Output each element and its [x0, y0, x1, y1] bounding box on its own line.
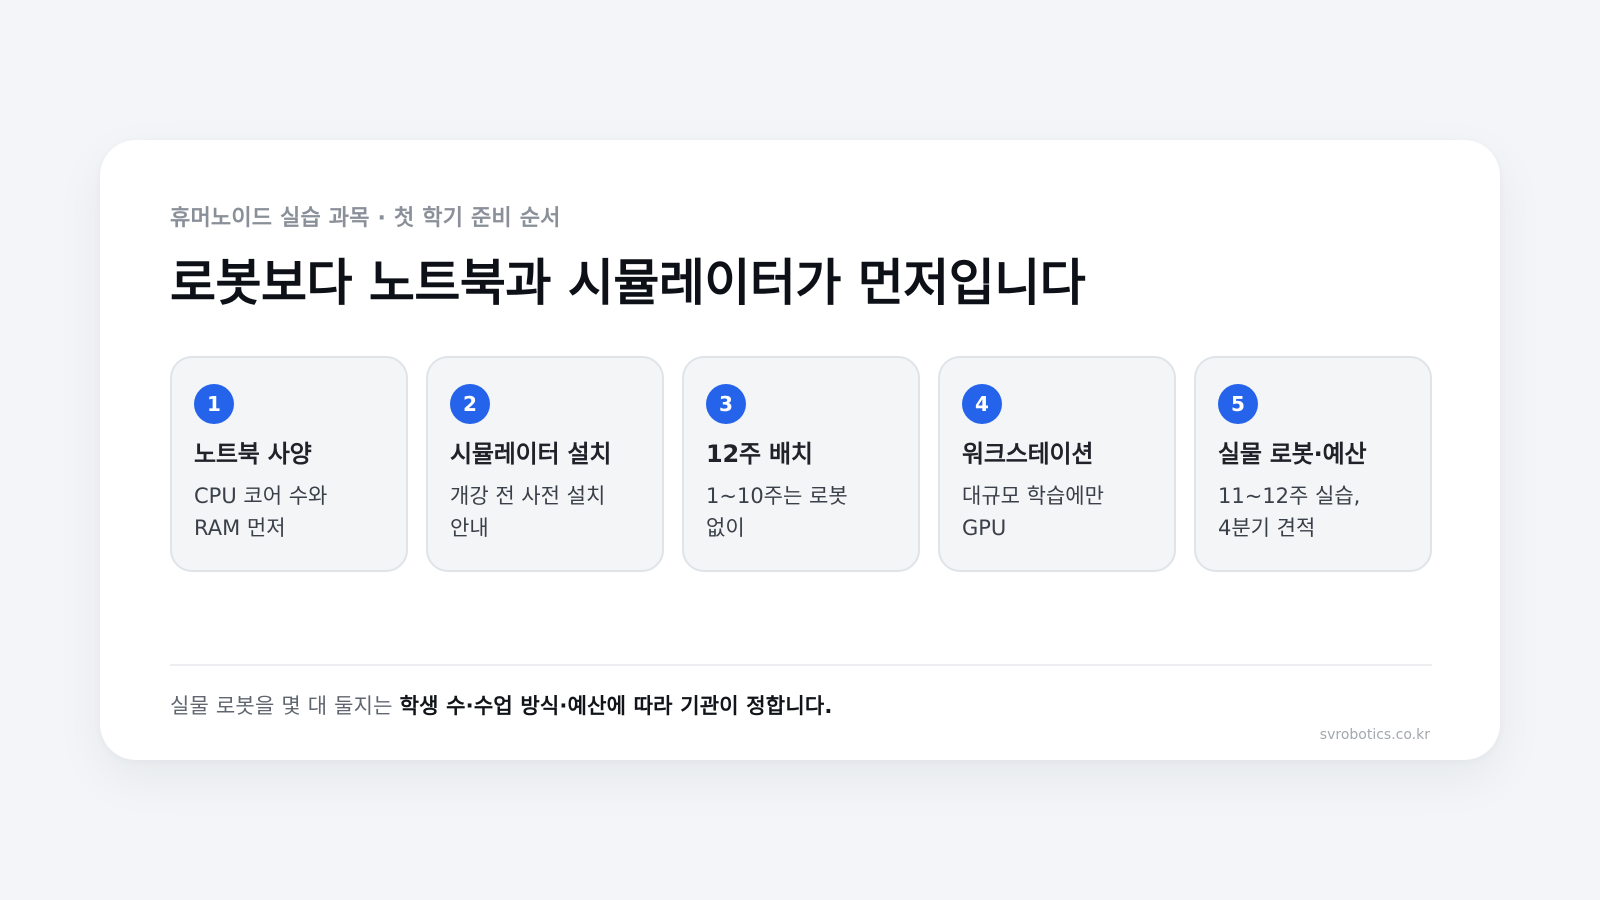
- step-card-4: 4 워크스테이션 대규모 학습에만 GPU: [938, 356, 1176, 572]
- step-number-badge: 3: [706, 384, 746, 424]
- step-description: CPU 코어 수와 RAM 먼저: [194, 484, 328, 540]
- step-number-badge: 4: [962, 384, 1002, 424]
- step-title: 노트북 사양: [194, 440, 312, 468]
- source-label: svrobotics.co.kr: [1319, 727, 1430, 743]
- step-description: 개강 전 사전 설치 안내: [450, 484, 606, 540]
- step-title: 워크스테이션: [962, 440, 1094, 468]
- step-number-badge: 2: [450, 384, 490, 424]
- page-title: 로봇보다 노트북과 시뮬레이터가 먼저입니다: [170, 254, 1086, 312]
- footer-lead-text: 실물 로봇을 몇 대 둘지는: [170, 694, 400, 718]
- step-description: 1~10주는 로봇 없이: [706, 484, 848, 540]
- step-title: 시뮬레이터 설치: [450, 440, 612, 468]
- step-description: 대규모 학습에만 GPU: [962, 484, 1104, 540]
- step-number-badge: 5: [1218, 384, 1258, 424]
- step-card-1: 1 노트북 사양 CPU 코어 수와 RAM 먼저: [170, 356, 408, 572]
- footer-note: 실물 로봇을 몇 대 둘지는 학생 수·수업 방식·예산에 따라 기관이 정합니…: [170, 690, 833, 722]
- steps-row: 1 노트북 사양 CPU 코어 수와 RAM 먼저 2 시뮬레이터 설치 개강 …: [170, 356, 1432, 572]
- step-title: 실물 로봇·예산: [1218, 440, 1367, 468]
- step-description: 11~12주 실습, 4분기 견적: [1218, 484, 1361, 540]
- step-card-3: 3 12주 배치 1~10주는 로봇 없이: [682, 356, 920, 572]
- step-card-5: 5 실물 로봇·예산 11~12주 실습, 4분기 견적: [1194, 356, 1432, 572]
- step-card-2: 2 시뮬레이터 설치 개강 전 사전 설치 안내: [426, 356, 664, 572]
- footer-emphasis-text: 학생 수·수업 방식·예산에 따라 기관이 정합니다.: [399, 694, 833, 718]
- eyebrow-text: 휴머노이드 실습 과목 · 첫 학기 준비 순서: [170, 206, 561, 231]
- step-number-badge: 1: [194, 384, 234, 424]
- info-card: 휴머노이드 실습 과목 · 첫 학기 준비 순서 로봇보다 노트북과 시뮬레이터…: [100, 140, 1500, 760]
- footer-divider: [170, 664, 1432, 666]
- step-title: 12주 배치: [706, 440, 813, 468]
